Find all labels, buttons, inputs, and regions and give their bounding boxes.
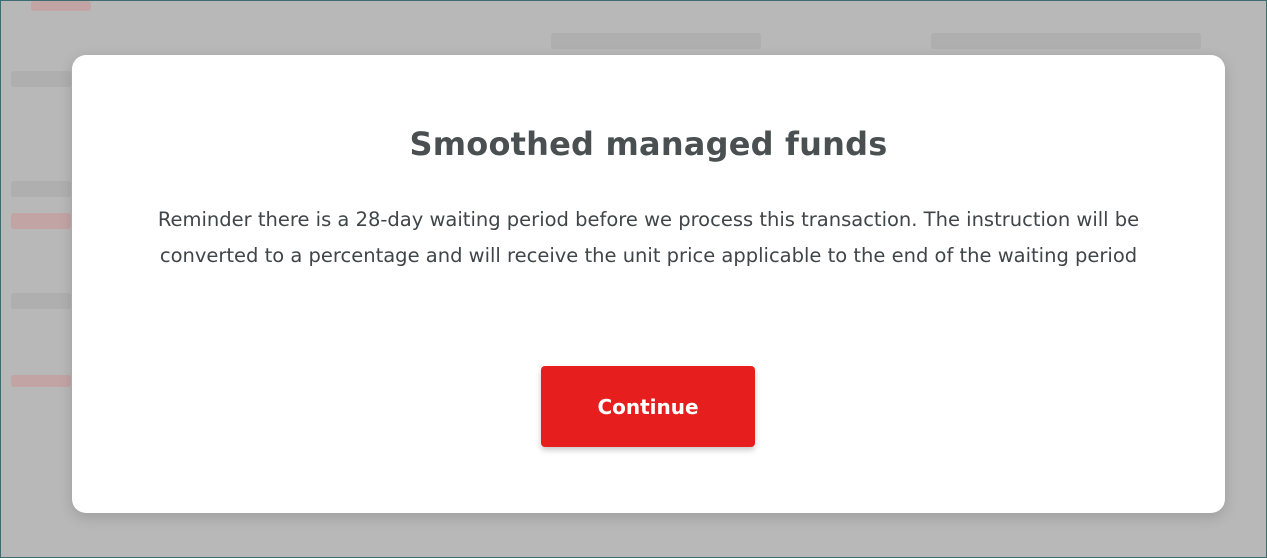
dialog-title: Smoothed managed funds xyxy=(409,125,888,163)
app-window: Smoothed managed funds Reminder there is… xyxy=(0,0,1267,558)
dialog-message: Reminder there is a 28-day waiting perio… xyxy=(157,208,1140,267)
continue-button[interactable]: Continue xyxy=(541,366,755,447)
smoothed-funds-dialog: Smoothed managed funds Reminder there is… xyxy=(72,55,1225,513)
